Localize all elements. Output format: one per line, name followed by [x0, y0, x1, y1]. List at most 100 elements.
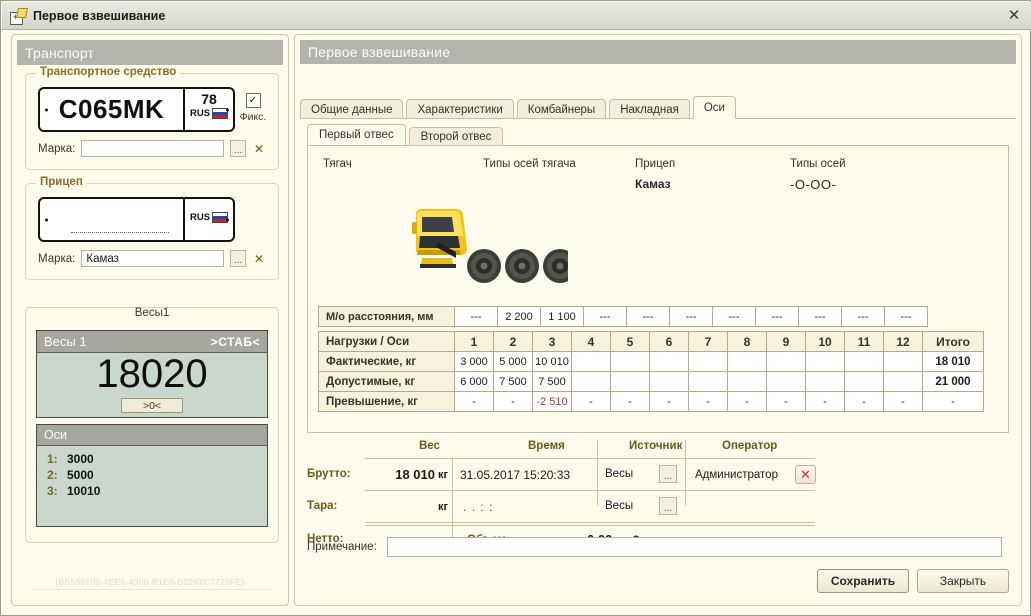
row-label-allowed: Допустимые, кг — [319, 372, 455, 392]
fix-checkbox-wrap: ✓ Фикс. — [239, 92, 267, 123]
excess-cell: -2 510 — [533, 392, 572, 412]
allowed-cell[interactable] — [572, 372, 611, 392]
distance-cell[interactable]: --- — [713, 307, 756, 327]
actual-cell[interactable] — [689, 352, 728, 372]
allowed-cell[interactable]: 7 500 — [533, 372, 572, 392]
axes-box-header: Оси — [37, 425, 267, 446]
close-button[interactable]: Закрыть — [917, 569, 1009, 593]
vehicle-brand-label: Марка: — [38, 143, 75, 155]
distance-cell[interactable]: --- — [670, 307, 713, 327]
vehicle-plate[interactable]: C065MK 78 RUS — [38, 87, 235, 132]
divider — [300, 118, 1016, 119]
actual-cell[interactable] — [884, 352, 923, 372]
gross-weight[interactable]: 18 010 — [373, 467, 435, 482]
close-icon[interactable]: ✕ — [1003, 5, 1025, 25]
trailer-plate[interactable]: RUS — [38, 197, 235, 242]
gross-weight-unit: кг — [438, 469, 448, 481]
weighing-panel: Первое взвешивание Общие данные Характер… — [294, 34, 1022, 606]
actual-cell[interactable] — [572, 352, 611, 372]
axle-col-7: 7 — [689, 332, 728, 352]
allowed-cell[interactable] — [845, 372, 884, 392]
scale-weight-value: 18020 — [37, 352, 267, 396]
distance-cell[interactable]: --- — [455, 307, 498, 327]
vehicle-brand-input[interactable] — [81, 140, 224, 157]
axle-col-1: 1 — [455, 332, 494, 352]
tare-time[interactable]: . . : : — [463, 500, 493, 514]
note-input[interactable] — [387, 537, 1002, 557]
scale-zero-button[interactable]: >0< — [121, 398, 183, 413]
actual-cell[interactable]: 3 000 — [455, 352, 494, 372]
col-header-time: Время — [528, 440, 565, 452]
vehicle-plate-number: C065MK — [59, 94, 165, 125]
vehicle-plate-region-area[interactable]: 78 RUS — [183, 89, 233, 130]
trailer-label: Прицеп — [635, 158, 675, 170]
tab-nakladnaya[interactable]: Накладная — [609, 99, 690, 119]
actual-cell[interactable]: 5 000 — [494, 352, 533, 372]
subtab-perviy-otves[interactable]: Первый отвес — [307, 124, 406, 145]
subtab-vtoroy-otves[interactable]: Второй отвес — [409, 127, 504, 145]
col-header-operator: Оператор — [722, 440, 777, 452]
tare-source-pick-button[interactable]: ... — [659, 497, 677, 515]
distance-cell[interactable]: --- — [627, 307, 670, 327]
table-header-row: Нагрузки / Оси 1 2 3 4 5 6 7 8 9 10 11 1… — [319, 332, 984, 352]
scales-tab-label[interactable]: Весы1 — [26, 307, 278, 326]
allowed-cell[interactable] — [728, 372, 767, 392]
delete-weighing-button[interactable]: ✕ — [795, 465, 816, 484]
allowed-cell[interactable]: 6 000 — [455, 372, 494, 392]
tractor-label: Тягач — [323, 158, 352, 170]
trailer-plate-region-area[interactable]: RUS — [183, 199, 233, 240]
fix-checkbox[interactable]: ✓ — [246, 93, 261, 108]
distance-cell[interactable]: --- — [799, 307, 842, 327]
trailer-plate-number-area[interactable] — [40, 199, 183, 240]
actual-cell[interactable] — [611, 352, 650, 372]
actual-cell[interactable] — [728, 352, 767, 372]
gross-source-pick-button[interactable]: ... — [659, 465, 677, 483]
trailer-brand-clear-button[interactable]: ✕ — [252, 252, 266, 266]
weighing-panel-title: Первое взвешивание — [300, 40, 1016, 64]
gross-label: Брутто: — [307, 468, 351, 480]
distance-cell[interactable]: --- — [756, 307, 799, 327]
vehicle-group-title: Транспортное средство — [36, 66, 180, 78]
scale-display-header: Весы 1 >СТАБ< — [37, 331, 267, 353]
distance-cell[interactable]: --- — [842, 307, 885, 327]
excess-cell: - — [650, 392, 689, 412]
tare-source[interactable]: Весы — [605, 500, 633, 512]
vehicle-brand-pick-button[interactable]: ... — [230, 140, 246, 157]
allowed-cell[interactable] — [650, 372, 689, 392]
tab-harakteristiki[interactable]: Характеристики — [406, 99, 513, 119]
gross-time[interactable]: 31.05.2017 15:20:33 — [460, 468, 570, 482]
tab-osi[interactable]: Оси — [693, 96, 736, 119]
scale-display: Весы 1 >СТАБ< 18020 >0< — [36, 330, 268, 418]
allowed-cell[interactable] — [806, 372, 845, 392]
note-label: Примечание: — [307, 541, 377, 553]
allowed-total: 21 000 — [923, 372, 984, 392]
tab-obshchie-dannye[interactable]: Общие данные — [300, 99, 403, 119]
vehicle-plate-number-area[interactable]: C065MK — [40, 89, 183, 130]
allowed-cell[interactable] — [767, 372, 806, 392]
trailer-brand-input[interactable]: Камаз — [81, 250, 224, 267]
tab-bar: Общие данные Характеристики Комбайнеры Н… — [300, 97, 1016, 119]
allowed-cell[interactable] — [689, 372, 728, 392]
distance-cell[interactable]: --- — [885, 307, 928, 327]
allowed-cell[interactable]: 7 500 — [494, 372, 533, 392]
excess-cell: - — [611, 392, 650, 412]
actual-cell[interactable] — [845, 352, 884, 372]
actual-cell[interactable] — [650, 352, 689, 372]
distance-cell[interactable]: 1 100 — [541, 307, 584, 327]
actual-cell[interactable] — [806, 352, 845, 372]
trailer-plate-country: RUS — [190, 212, 210, 223]
list-item: 3: 10010 — [47, 483, 267, 499]
save-button[interactable]: Сохранить — [817, 569, 909, 593]
row-label-actual: Фактические, кг — [319, 352, 455, 372]
vehicle-group: Транспортное средство C065MK 78 RUS — [25, 73, 279, 170]
tab-kombainery[interactable]: Комбайнеры — [517, 99, 606, 119]
distance-cell[interactable]: 2 200 — [498, 307, 541, 327]
gross-source[interactable]: Весы — [605, 468, 633, 480]
actual-cell[interactable] — [767, 352, 806, 372]
allowed-cell[interactable] — [884, 372, 923, 392]
vehicle-brand-clear-button[interactable]: ✕ — [252, 142, 266, 156]
actual-cell[interactable]: 10 010 — [533, 352, 572, 372]
trailer-brand-pick-button[interactable]: ... — [230, 250, 246, 267]
allowed-cell[interactable] — [611, 372, 650, 392]
distance-cell[interactable]: --- — [584, 307, 627, 327]
